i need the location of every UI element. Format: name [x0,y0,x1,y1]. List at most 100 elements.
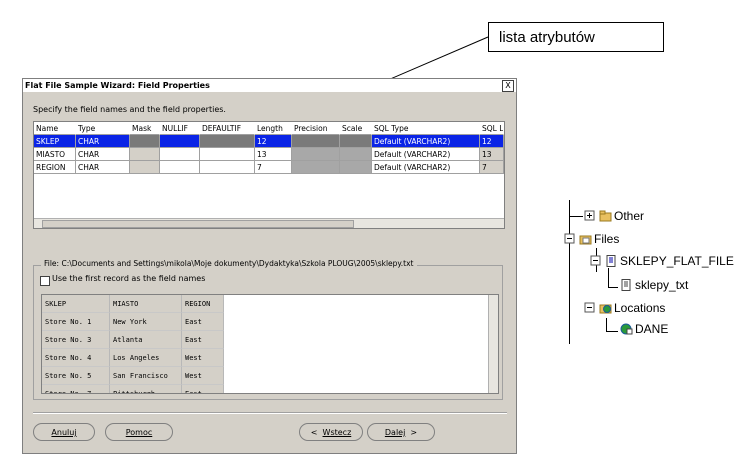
cell-sql-length[interactable]: 13 [480,148,504,161]
cell-sql-type[interactable]: Default (VARCHAR2) [372,161,480,174]
cell-scale[interactable] [340,148,372,161]
folder-icon [579,235,592,245]
preview-cell: East [182,331,224,349]
cell-name[interactable]: REGION [34,161,76,174]
tree-label-location-item: DANE [635,322,669,336]
cell-scale[interactable] [340,161,372,174]
cell-mask[interactable] [130,135,160,148]
chevron-right-icon: > [410,428,418,437]
cell-name[interactable]: SKLEP [34,135,76,148]
chevron-left-icon: < [310,428,318,437]
object-tree: Other Files SKLEPY_FLAT_FILE sklepy_txt … [560,200,739,346]
cell-precision[interactable] [292,148,340,161]
next-button[interactable]: Dalej > [367,423,435,441]
tree-node-flat-file[interactable]: SKLEPY_FLAT_FILE [590,254,734,268]
cell-type[interactable]: CHAR [76,135,130,148]
collapse-minus-icon[interactable] [564,233,577,245]
tree-node-other[interactable]: Other [584,209,644,223]
cell-defaultif[interactable] [200,135,255,148]
cell-precision[interactable] [292,161,340,174]
expand-plus-icon[interactable] [584,210,597,222]
col-header-length[interactable]: Length [255,122,292,135]
preview-cell: Store No. 3 [42,331,110,349]
field-properties-dialog: Flat File Sample Wizard: Field Propertie… [22,78,517,454]
preview-header: REGION [182,295,224,313]
cell-sql-length[interactable]: 7 [480,161,504,174]
tree-node-files[interactable]: Files [564,232,619,246]
first-record-label[interactable]: Use the first record as the field names [52,274,205,283]
preview-row: Store No. 1 New York East [42,313,224,331]
cell-mask[interactable] [130,161,160,174]
cell-precision[interactable] [292,135,340,148]
first-record-checkbox[interactable] [40,276,50,286]
cell-defaultif[interactable] [200,161,255,174]
cell-sql-type[interactable]: Default (VARCHAR2) [372,148,480,161]
col-header-type[interactable]: Type [76,122,130,135]
preview-cell: Atlanta [110,331,182,349]
tree-line [608,287,618,288]
cell-length[interactable]: 7 [255,161,292,174]
tree-line [608,268,609,287]
back-button[interactable]: < Wstecz [299,423,363,441]
preview-cell: New York [110,313,182,331]
cell-scale[interactable] [340,135,372,148]
cell-nullif[interactable] [160,135,200,148]
cell-length[interactable]: 12 [255,135,292,148]
cell-defaultif[interactable] [200,148,255,161]
preview-cell: Store No. 7 [42,385,110,393]
file-path-label: File: C:\Documents and Settings\mikola\M… [41,259,417,268]
cell-sql-type[interactable]: Default (VARCHAR2) [372,135,480,148]
col-header-precision[interactable]: Precision [292,122,340,135]
cell-nullif[interactable] [160,148,200,161]
tree-label-file-item: sklepy_txt [635,278,689,292]
callout-label: lista atrybutów [488,22,664,52]
col-header-mask[interactable]: Mask [130,122,160,135]
preview-cell: West [182,367,224,385]
col-header-scale[interactable]: Scale [340,122,372,135]
col-header-defaultif[interactable]: DEFAULTIF [200,122,255,135]
instructions-text: Specify the field names and the field pr… [33,105,226,114]
tree-label-files: Files [594,232,620,246]
preview-header: MIASTO [110,295,182,313]
preview-cell: Store No. 4 [42,349,110,367]
preview-cell: Store No. 5 [42,367,110,385]
preview-row: Store No. 3 Atlanta East [42,331,224,349]
file-preview-grid: SKLEP MIASTO REGION Store No. 1 New York… [41,294,499,394]
document-icon [621,279,631,291]
cell-type[interactable]: CHAR [76,148,130,161]
collapse-minus-icon[interactable] [584,302,597,314]
cell-mask[interactable] [130,148,160,161]
field-grid: Name Type Mask NULLIF DEFAULTIF Length P… [33,121,505,229]
cell-nullif[interactable] [160,161,200,174]
help-button[interactable]: Pomoc [105,423,173,441]
preview-cell: East [182,385,224,393]
tree-label-flat-file: SKLEPY_FLAT_FILE [620,254,734,268]
preview-row: Store No. 7 Pittsburgh East [42,385,224,393]
preview-vertical-scrollbar[interactable] [488,295,498,393]
cell-length[interactable]: 13 [255,148,292,161]
cell-type[interactable]: CHAR [76,161,130,174]
preview-row: Store No. 5 San Francisco West [42,367,224,385]
col-header-name[interactable]: Name [34,122,76,135]
col-header-sql-type[interactable]: SQL Type [372,122,480,135]
cell-name[interactable]: MIASTO [34,148,76,161]
grid-horizontal-scrollbar[interactable] [34,218,504,228]
folder-icon [599,210,612,222]
cancel-button[interactable]: Anuluj [33,423,95,441]
collapse-minus-icon[interactable] [590,255,603,267]
tree-line [606,331,618,332]
preview-cell: Store No. 1 [42,313,110,331]
close-icon[interactable]: X [502,80,514,92]
col-header-sql-length[interactable]: SQL L [480,122,504,135]
tree-node-location-item[interactable]: DANE [620,322,668,336]
tree-node-locations[interactable]: Locations [584,301,665,315]
scrollbar-thumb[interactable] [42,220,354,228]
preview-cell: East [182,313,224,331]
cell-sql-length[interactable]: 12 [480,135,504,148]
tree-node-file-item[interactable]: sklepy_txt [620,278,688,292]
col-header-nullif[interactable]: NULLIF [160,122,200,135]
preview-cell: San Francisco [110,367,182,385]
button-separator [33,412,507,414]
tree-label-other: Other [614,209,645,223]
tree-line [606,318,607,331]
